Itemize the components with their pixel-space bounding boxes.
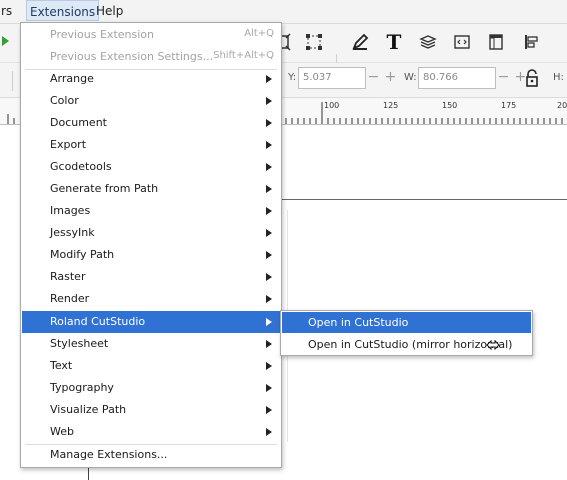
menu-item-label: Images <box>50 204 91 217</box>
submenu-item-open-in-cutstudio[interactable]: Open in CutStudio <box>282 312 531 333</box>
menu-item-label: Document <box>50 116 107 129</box>
menu-item-visualize-path[interactable]: Visualize Path <box>22 399 280 421</box>
submenu-arrow-icon <box>266 318 272 326</box>
menu-bar: rs Extensions Help <box>0 0 567 24</box>
ruler-label: 175 <box>501 101 517 110</box>
menu-item-label: Previous Extension <box>50 28 154 41</box>
menu-item-label: Export <box>50 138 87 151</box>
menu-item-arrange[interactable]: Arrange <box>22 68 280 90</box>
play-icon[interactable] <box>2 36 9 46</box>
menu-item-label: Text <box>50 359 73 372</box>
ruler-label: 125 <box>383 101 399 110</box>
mouse-cursor-icon <box>486 338 500 352</box>
menu-item-label: Typography <box>50 381 114 394</box>
w-decrement-button[interactable]: − <box>495 67 512 89</box>
menu-item-generate-from-path[interactable]: Generate from Path <box>22 178 280 200</box>
submenu-arrow-icon <box>266 141 272 149</box>
menu-item-label: Web <box>50 425 74 438</box>
submenu-arrow-icon <box>266 295 272 303</box>
xml-editor-icon[interactable] <box>451 31 473 53</box>
menu-item-document[interactable]: Document <box>22 112 280 134</box>
menu-item-modify-path[interactable]: Modify Path <box>22 244 280 266</box>
menu-item-label: Stylesheet <box>50 337 109 350</box>
menu-item-text[interactable]: Text <box>22 355 280 377</box>
menu-item-label: Roland CutStudio <box>50 315 146 328</box>
extensions-menu: Previous Extension Alt+Q Previous Extens… <box>20 22 282 468</box>
submenu-arrow-icon <box>266 119 272 127</box>
y-increment-button[interactable]: + <box>382 67 399 89</box>
menu-item-color[interactable]: Color <box>22 90 280 112</box>
y-label: Y: <box>288 72 297 83</box>
toolbar-separator <box>12 71 13 91</box>
select-bbox-icon[interactable] <box>303 31 325 53</box>
menu-item-label: Gcodetools <box>50 160 112 173</box>
menu-item-manage-extensions[interactable]: Manage Extensions... <box>22 444 280 466</box>
align-distribute-icon[interactable] <box>520 31 542 53</box>
page-border <box>280 199 567 200</box>
submenu-arrow-icon <box>266 97 272 105</box>
ruler-label: 150 <box>442 101 458 110</box>
menu-item-label: Manage Extensions... <box>50 448 168 461</box>
submenu-arrow-icon <box>266 185 272 193</box>
submenu-arrow-icon <box>266 362 272 370</box>
lock-icon[interactable] <box>523 68 541 88</box>
canvas-guide <box>88 466 89 480</box>
menu-item-label: Arrange <box>50 72 94 85</box>
menu-item-previous-extension[interactable]: Previous Extension Alt+Q <box>22 24 280 46</box>
shortcut-label: Shift+Alt+Q <box>213 50 274 61</box>
shortcut-label: Alt+Q <box>244 28 274 39</box>
menu-item-label: Color <box>50 94 79 107</box>
menu-item-gcodetools[interactable]: Gcodetools <box>22 156 280 178</box>
menu-help[interactable]: Help <box>96 4 123 18</box>
menu-item-jessyink[interactable]: JessyInk <box>22 222 280 244</box>
menu-item-web[interactable]: Web <box>22 421 280 443</box>
submenu-arrow-icon <box>266 428 272 436</box>
menu-item-label: Raster <box>50 270 86 283</box>
submenu-arrow-icon <box>266 273 272 281</box>
text-tool-icon[interactable]: T <box>383 30 405 54</box>
menu-item-label: Modify Path <box>50 248 115 261</box>
w-field[interactable]: 80.766 <box>418 67 496 89</box>
submenu-arrow-icon <box>266 406 272 414</box>
submenu-item-label: Open in CutStudio <box>308 316 409 329</box>
y-decrement-button[interactable]: − <box>365 67 382 89</box>
pen-icon[interactable] <box>349 31 371 53</box>
menu-item-roland-cutstudio[interactable]: Roland CutStudio <box>22 311 280 333</box>
h-label: H: <box>553 72 564 83</box>
submenu-arrow-icon <box>266 251 272 259</box>
menu-item-label: Generate from Path <box>50 182 159 195</box>
submenu-item-label: Open in CutStudio (mirror horizontal) <box>308 338 513 351</box>
menu-item-typography[interactable]: Typography <box>22 377 280 399</box>
menu-extensions[interactable]: Extensions <box>26 0 100 21</box>
ruler-label: 200 <box>557 101 567 110</box>
menu-layers[interactable]: rs <box>1 4 12 18</box>
submenu-arrow-icon <box>266 207 272 215</box>
menu-item-stylesheet[interactable]: Stylesheet <box>22 333 280 355</box>
menu-item-raster[interactable]: Raster <box>22 266 280 288</box>
menu-item-export[interactable]: Export <box>22 134 280 156</box>
ruler-label: 100 <box>324 101 340 110</box>
menu-item-render[interactable]: Render <box>22 288 280 310</box>
y-field[interactable]: 5.037 <box>298 67 366 89</box>
submenu-arrow-icon <box>266 163 272 171</box>
menu-item-label: JessyInk <box>50 226 95 239</box>
submenu-arrow-icon <box>266 229 272 237</box>
menu-item-label: Previous Extension Settings... <box>50 50 214 63</box>
menu-item-images[interactable]: Images <box>22 200 280 222</box>
submenu-arrow-icon <box>266 340 272 348</box>
document-properties-icon[interactable] <box>485 31 507 53</box>
menu-item-label: Render <box>50 292 90 305</box>
submenu-arrow-icon <box>266 384 272 392</box>
menu-item-previous-extension-settings[interactable]: Previous Extension Settings... Shift+Alt… <box>22 46 280 68</box>
layers-icon[interactable] <box>417 31 439 53</box>
submenu-arrow-icon <box>266 75 272 83</box>
w-label: W: <box>404 72 417 83</box>
menu-item-label: Visualize Path <box>50 403 127 416</box>
